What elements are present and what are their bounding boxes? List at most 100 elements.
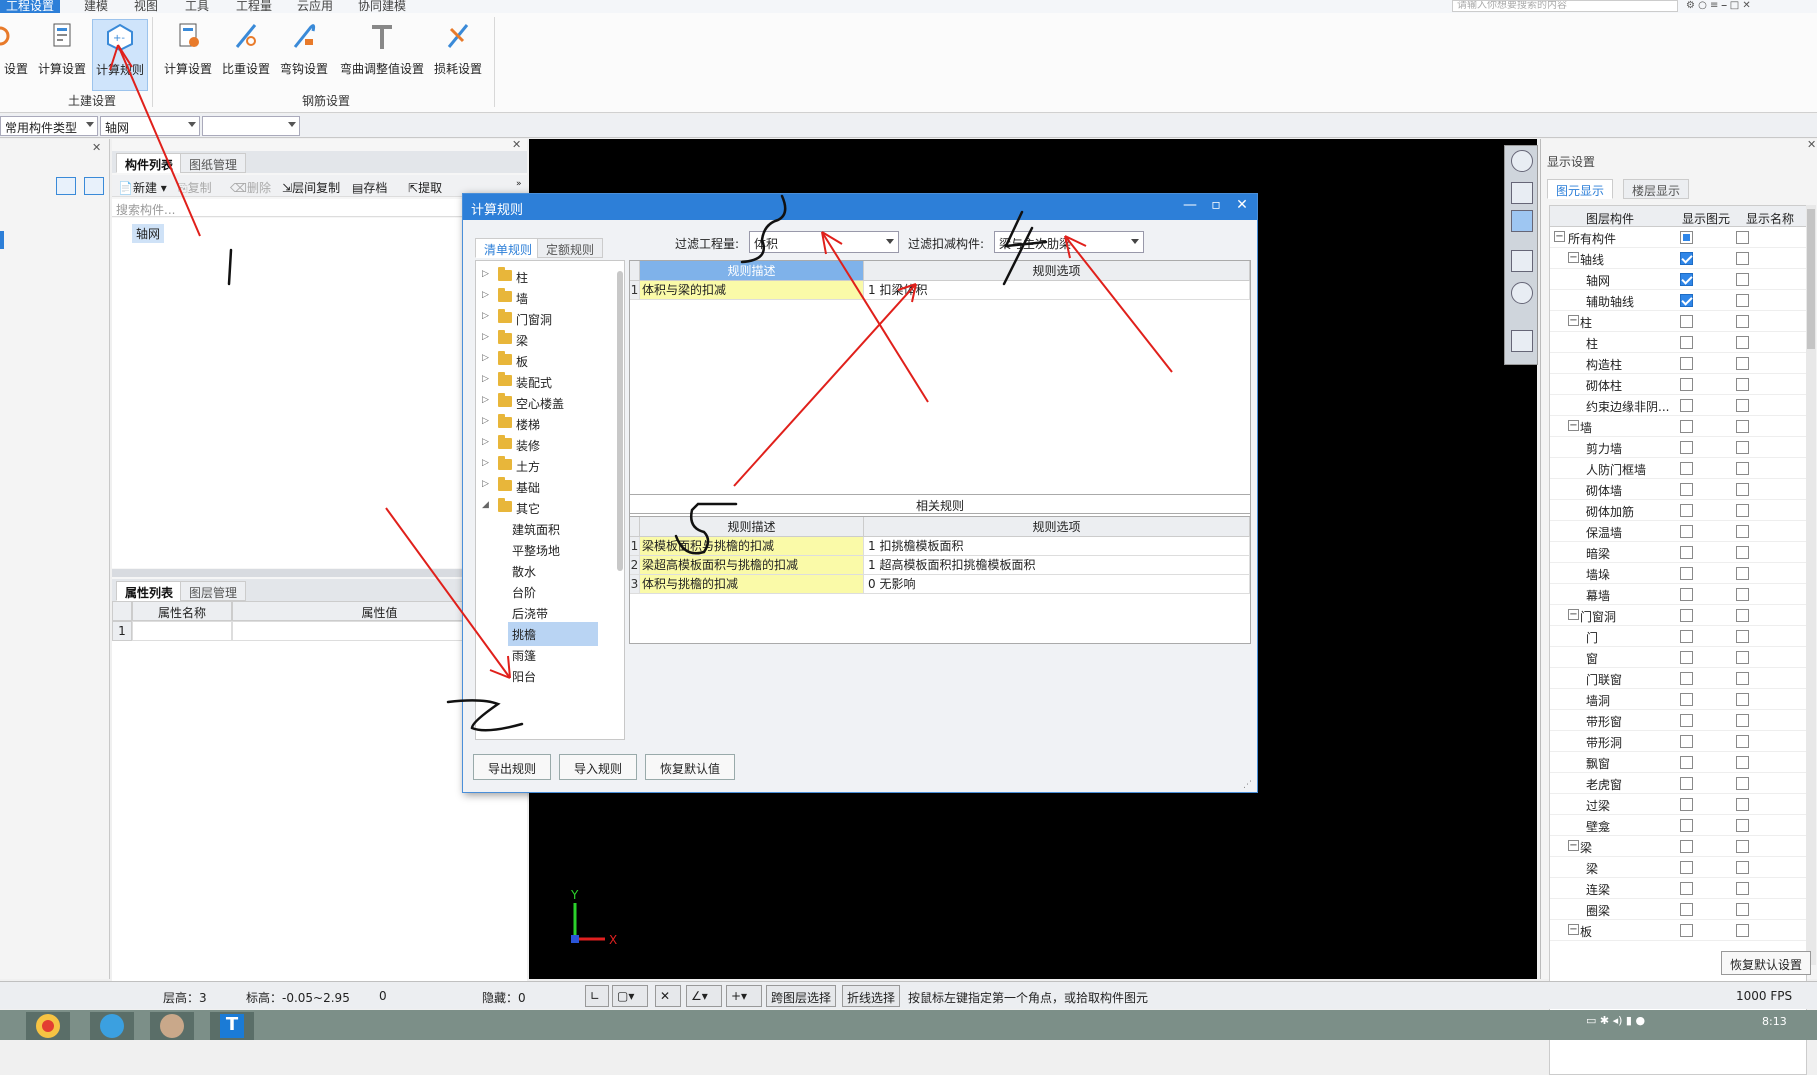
collapse-icon[interactable]: − — [1568, 420, 1579, 431]
show-element-checkbox[interactable] — [1680, 693, 1693, 706]
show-element-checkbox[interactable] — [1680, 483, 1693, 496]
show-name-checkbox[interactable] — [1736, 714, 1749, 727]
cross-icon[interactable]: ✕ — [655, 985, 681, 1007]
calc-rules-button[interactable]: +- 计算规则 — [92, 19, 148, 91]
show-element-checkbox[interactable] — [1680, 756, 1693, 769]
top-view-icon[interactable] — [1511, 210, 1533, 232]
sub-component-select[interactable] — [202, 116, 300, 136]
component-select[interactable]: 轴网 — [100, 116, 200, 136]
resize-grip-icon[interactable]: ⋰ — [1243, 780, 1252, 790]
export-rules-button[interactable]: 导出规则 — [473, 754, 552, 780]
show-name-checkbox[interactable] — [1736, 693, 1749, 706]
extract-button[interactable]: ⇱提取 — [408, 179, 442, 196]
loss-settings-button[interactable]: 损耗设置 — [430, 19, 486, 91]
tab-floor-display[interactable]: 楼层显示 — [1623, 179, 1690, 199]
show-element-checkbox[interactable] — [1680, 903, 1693, 916]
layer-row[interactable]: 过梁 — [1550, 794, 1806, 815]
list-view-icon[interactable] — [56, 177, 76, 195]
show-name-checkbox[interactable] — [1736, 504, 1749, 517]
tab-quota-rules[interactable]: 定额规则 — [537, 238, 604, 258]
layer-row[interactable]: 约束边缘非阴... — [1550, 395, 1806, 416]
more-icon[interactable]: » — [516, 179, 522, 189]
show-name-checkbox[interactable] — [1736, 882, 1749, 895]
weight-settings-button[interactable]: 比重设置 — [218, 19, 274, 91]
show-element-checkbox[interactable] — [1680, 567, 1693, 580]
expand-arrow-icon[interactable]: ▷ — [482, 395, 489, 405]
layer-row[interactable]: 柱 — [1550, 332, 1806, 353]
close-icon[interactable]: ✕ — [512, 138, 521, 151]
show-element-checkbox[interactable] — [1680, 504, 1693, 517]
rule-desc-cell[interactable]: 体积与梁的扣减 — [640, 281, 864, 300]
hook-settings-button[interactable]: 弯钩设置 — [276, 19, 332, 91]
layer-row[interactable]: 砌体加筋 — [1550, 500, 1806, 521]
floor-copy-button[interactable]: ⇲层间复制 — [282, 179, 340, 196]
show-element-checkbox[interactable] — [1680, 399, 1693, 412]
layer-row[interactable]: 构造柱 — [1550, 353, 1806, 374]
show-element-checkbox[interactable] — [1680, 546, 1693, 559]
show-element-checkbox[interactable] — [1680, 819, 1693, 832]
collapse-icon[interactable]: − — [1554, 231, 1565, 242]
show-element-checkbox[interactable] — [1680, 924, 1693, 937]
show-element-checkbox[interactable] — [1680, 882, 1693, 895]
expand-arrow-icon[interactable]: ▷ — [482, 458, 489, 468]
orbit-icon[interactable] — [1511, 150, 1533, 172]
menu-project-settings[interactable]: 工程设置 — [0, 0, 61, 13]
ribbon-settings-button[interactable]: 设置 — [0, 19, 28, 91]
show-name-checkbox[interactable] — [1736, 546, 1749, 559]
show-element-checkbox[interactable] — [1680, 420, 1693, 433]
show-element-checkbox[interactable] — [1680, 441, 1693, 454]
collapse-icon[interactable]: − — [1568, 924, 1579, 935]
cube-view-icon[interactable] — [1511, 250, 1533, 272]
show-element-checkbox[interactable] — [1680, 861, 1693, 874]
tab-property-list[interactable]: 属性列表 — [116, 581, 183, 601]
app-t-icon[interactable]: T — [210, 1012, 254, 1040]
show-element-checkbox[interactable] — [1680, 777, 1693, 790]
show-name-checkbox[interactable] — [1736, 567, 1749, 580]
expand-arrow-icon[interactable]: ▷ — [482, 416, 489, 426]
close-icon[interactable]: ✕ — [1231, 197, 1253, 217]
delete-button[interactable]: ⌫删除 — [230, 179, 271, 196]
show-name-checkbox[interactable] — [1736, 273, 1749, 286]
show-name-checkbox[interactable] — [1736, 525, 1749, 538]
show-element-checkbox[interactable] — [1680, 840, 1693, 853]
rotate-icon[interactable] — [1511, 282, 1533, 304]
show-element-checkbox[interactable] — [1680, 672, 1693, 685]
restore-default-button[interactable]: 恢复默认值 — [645, 754, 736, 780]
menu-collab[interactable]: 协同建模 — [358, 0, 406, 13]
show-name-checkbox[interactable] — [1736, 252, 1749, 265]
show-element-checkbox[interactable] — [1680, 378, 1693, 391]
layer-row[interactable]: 人防门框墙 — [1550, 458, 1806, 479]
menu-modeling[interactable]: 建模 — [84, 0, 108, 13]
minimize-icon[interactable]: — — [1179, 197, 1201, 217]
cross-layer-select-button[interactable]: 跨图层选择 — [766, 985, 837, 1007]
show-element-checkbox[interactable] — [1680, 735, 1693, 748]
layer-row[interactable]: 砌体墙 — [1550, 479, 1806, 500]
collapse-icon[interactable]: − — [1568, 609, 1579, 620]
show-name-checkbox[interactable] — [1736, 672, 1749, 685]
expand-arrow-icon[interactable]: ◢ — [482, 500, 489, 510]
expand-arrow-icon[interactable]: ▷ — [482, 353, 489, 363]
civil-calc-settings-button[interactable]: 计算设置 — [34, 19, 90, 91]
tab-layer-management[interactable]: 图层管理 — [180, 581, 247, 601]
restore-defaults-button[interactable]: 恢复默认设置 — [1721, 951, 1812, 975]
layer-row[interactable]: 砌体柱 — [1550, 374, 1806, 395]
collapse-icon[interactable]: − — [1568, 840, 1579, 851]
layer-row[interactable]: 带形窗 — [1550, 710, 1806, 731]
tab-bill-rules[interactable]: 清单规则 — [475, 238, 542, 258]
copy-button[interactable]: ⎘复制 — [178, 179, 212, 196]
window-controls-icon[interactable]: ⚙ ○ ≡ ⎯ □ ✕ — [1686, 0, 1751, 11]
layer-row[interactable]: 保温墙 — [1550, 521, 1806, 542]
show-element-checkbox[interactable] — [1680, 798, 1693, 811]
layer-row[interactable]: 带形洞 — [1550, 731, 1806, 752]
collapse-icon[interactable]: − — [1568, 252, 1579, 263]
layer-row[interactable]: 幕墙 — [1550, 584, 1806, 605]
layer-row[interactable]: 圈梁 — [1550, 899, 1806, 920]
layer-row[interactable]: − 门窗洞 — [1550, 605, 1806, 626]
rule-desc-cell[interactable]: 梁模板面积与挑檐的扣减 — [640, 537, 864, 556]
show-element-checkbox[interactable] — [1680, 630, 1693, 643]
rule-option-cell[interactable]: 1 超高模板面积扣挑檐模板面积 — [864, 556, 1250, 575]
show-name-checkbox[interactable] — [1736, 819, 1749, 832]
expand-arrow-icon[interactable]: ▷ — [482, 269, 489, 279]
layer-row[interactable]: − 轴线 — [1550, 248, 1806, 269]
show-name-checkbox[interactable] — [1736, 336, 1749, 349]
